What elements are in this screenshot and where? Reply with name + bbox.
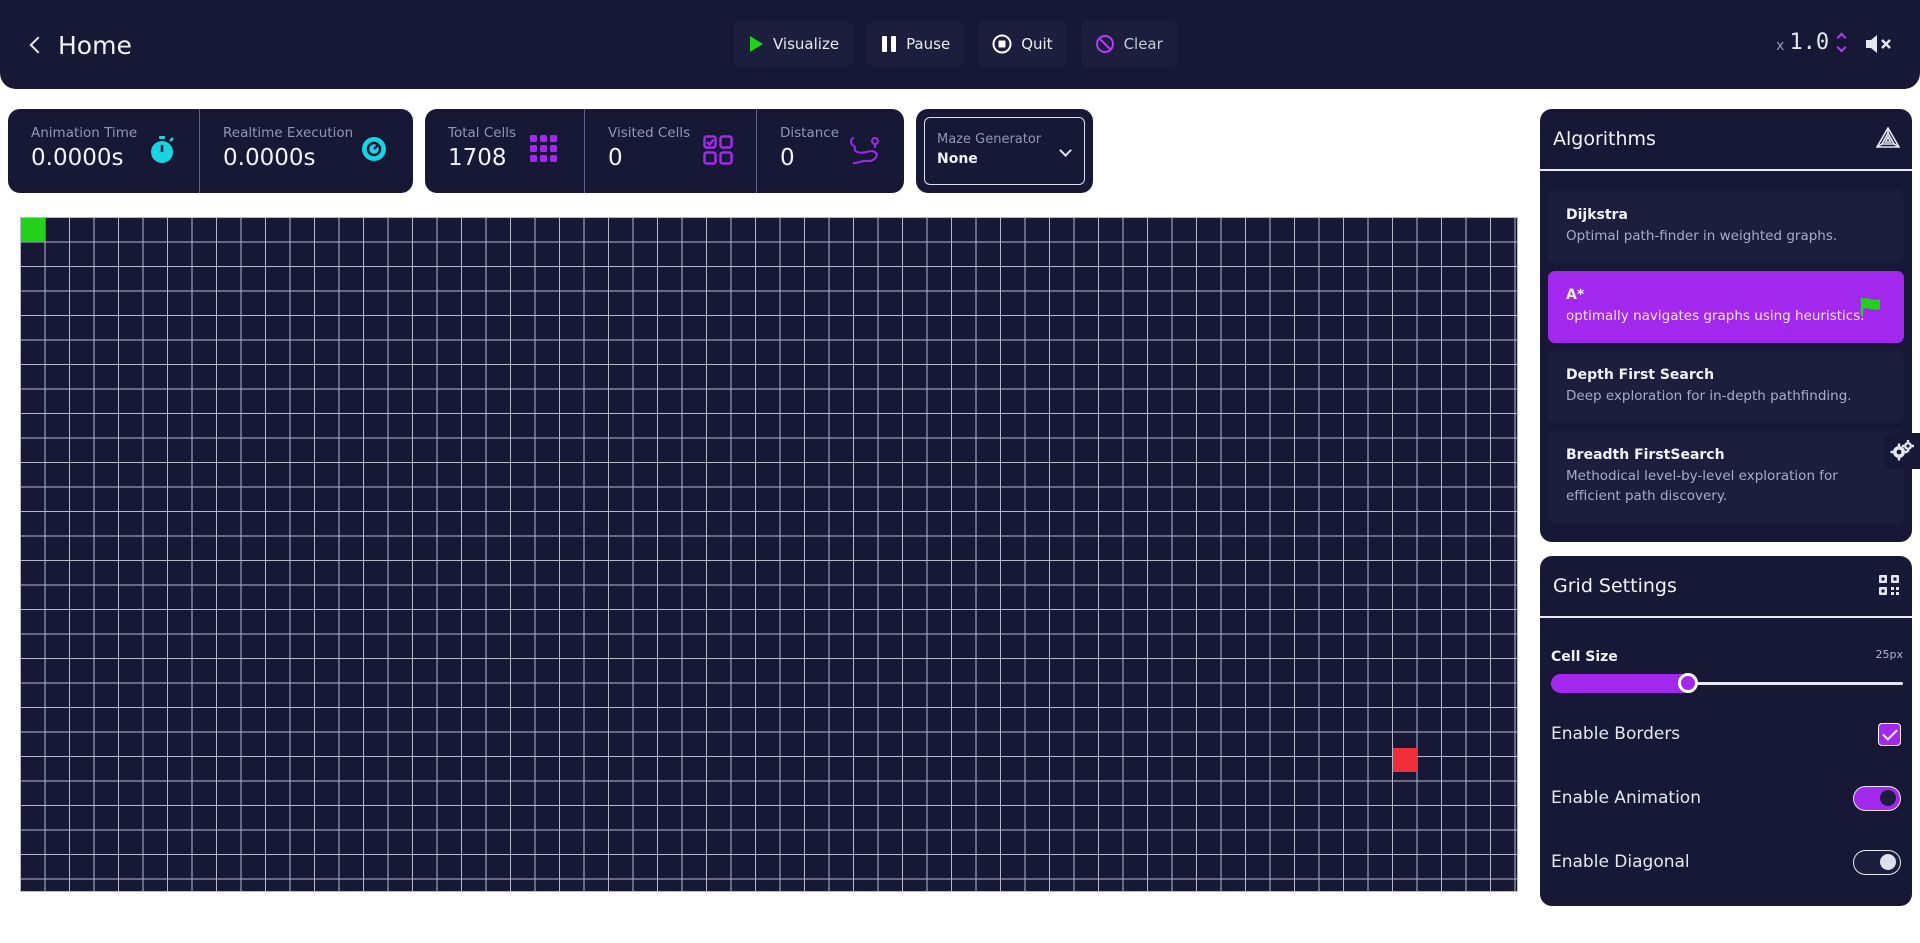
cell-size-label: Cell Size bbox=[1551, 649, 1618, 665]
quit-button[interactable]: Quit bbox=[978, 21, 1067, 67]
stopwatch-icon bbox=[151, 136, 174, 163]
route-icon bbox=[850, 137, 879, 165]
stop-icon bbox=[992, 34, 1012, 54]
cell-size-slider[interactable] bbox=[1551, 673, 1903, 693]
top-bar: Home Visualize Pause Quit Clear x 1.0 bbox=[0, 0, 1920, 89]
algorithms-panel: Algorithms Dijkstra Optimal path-finder … bbox=[1540, 109, 1912, 542]
chevron-left-icon bbox=[29, 36, 47, 54]
cell-size-slider-thumb[interactable] bbox=[1678, 673, 1698, 693]
gears-icon bbox=[1890, 440, 1914, 461]
algorithm-item-a-star[interactable]: A* optimally navigates graphs using heur… bbox=[1548, 271, 1904, 343]
timer-icon bbox=[362, 137, 386, 161]
speed-prefix: x bbox=[1776, 37, 1785, 54]
playback-controls: Visualize Pause Quit Clear bbox=[734, 21, 1177, 67]
maze-logo-icon bbox=[1876, 127, 1900, 148]
clear-button[interactable]: Clear bbox=[1080, 21, 1177, 67]
enable-animation-toggle[interactable] bbox=[1853, 785, 1901, 811]
algorithm-item-dijkstra[interactable]: Dijkstra Optimal path-finder in weighted… bbox=[1548, 191, 1904, 263]
algorithm-item-depth-first-search[interactable]: Depth First Search Deep exploration for … bbox=[1548, 351, 1904, 423]
algorithms-header: Algorithms bbox=[1540, 109, 1912, 171]
enable-borders-setting: Enable Borders bbox=[1551, 719, 1903, 749]
animation-time-stat: Animation Time 0.0000s bbox=[8, 109, 200, 193]
end-node[interactable] bbox=[1393, 748, 1417, 772]
volume-mute-button[interactable] bbox=[1864, 32, 1894, 60]
home-back-link[interactable]: Home bbox=[28, 28, 132, 62]
maze-generator-panel: Maze Generator None bbox=[916, 109, 1093, 193]
home-label: Home bbox=[58, 30, 132, 60]
volume-mute-icon bbox=[1866, 35, 1891, 53]
total-cells-stat: Total Cells 1708 bbox=[425, 109, 585, 193]
enable-diagonal-toggle[interactable] bbox=[1853, 849, 1901, 875]
pathfinding-grid[interactable] bbox=[20, 217, 1518, 892]
cell-size-setting: Cell Size 25px bbox=[1551, 646, 1904, 693]
grid-dots-icon bbox=[530, 135, 557, 162]
play-icon bbox=[750, 36, 763, 52]
grid-settings-header: Grid Settings bbox=[1540, 556, 1912, 618]
settings-toggle-button[interactable] bbox=[1884, 433, 1920, 469]
algorithm-item-breadth-first-search[interactable]: Breadth FirstSearch Methodical level-by-… bbox=[1548, 431, 1904, 523]
realtime-execution-stat: Realtime Execution 0.0000s bbox=[200, 109, 413, 193]
qr-code-icon bbox=[1879, 575, 1899, 595]
flag-icon bbox=[1860, 298, 1880, 316]
distance-stat: Distance 0 bbox=[757, 109, 904, 193]
speed-control[interactable]: x 1.0 bbox=[1776, 30, 1847, 55]
enable-borders-checkbox[interactable] bbox=[1878, 722, 1901, 746]
time-stats-panel: Animation Time 0.0000s Realtime Executio… bbox=[8, 109, 413, 193]
cell-size-value: 25px bbox=[1875, 648, 1904, 661]
grid-settings-panel: Grid Settings Cell Size 25px Enable Bord… bbox=[1540, 556, 1912, 906]
speed-stepper-icon[interactable] bbox=[1836, 32, 1847, 53]
start-node[interactable] bbox=[21, 218, 45, 242]
pause-icon bbox=[882, 36, 897, 52]
cell-stats-panel: Total Cells 1708 Visited Cells 0 Distanc… bbox=[425, 109, 904, 193]
checklist-grid-icon bbox=[703, 135, 733, 165]
maze-generator-select[interactable]: Maze Generator None bbox=[924, 117, 1085, 185]
enable-diagonal-setting: Enable Diagonal bbox=[1551, 847, 1903, 877]
visited-cells-stat: Visited Cells 0 bbox=[585, 109, 757, 193]
speed-value: 1.0 bbox=[1789, 30, 1830, 55]
pause-button[interactable]: Pause bbox=[867, 21, 965, 67]
visualize-button[interactable]: Visualize bbox=[734, 21, 854, 67]
clear-icon bbox=[1095, 35, 1114, 53]
cell-size-slider-fill bbox=[1551, 674, 1692, 693]
enable-animation-setting: Enable Animation bbox=[1551, 783, 1903, 813]
